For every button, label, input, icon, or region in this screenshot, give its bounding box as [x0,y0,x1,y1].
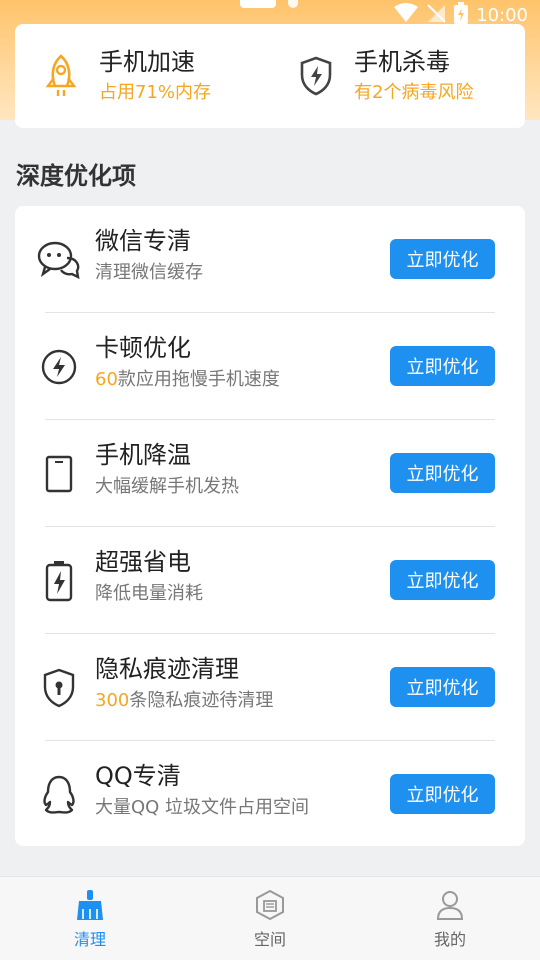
item-title: 超强省电 [95,548,191,576]
optimize-button[interactable]: 立即优化 [390,774,495,814]
storage-icon [253,888,287,922]
nav-item-clean[interactable]: 清理 [0,877,180,960]
item-subtitle: 大量QQ 垃圾文件占用空间 [95,797,310,818]
list-item-lag[interactable]: 卡顿优化 60款应用拖慢手机速度 立即优化 [15,313,525,420]
item-subtitle: 60款应用拖慢手机速度 [95,369,280,390]
nav-label: 我的 [433,929,466,949]
item-subtitle: 大幅缓解手机发热 [95,476,239,497]
nav-item-mine[interactable]: 我的 [360,877,540,960]
quick-title: 手机加速 [99,48,195,76]
optimize-button[interactable]: 立即优化 [390,667,495,707]
battery-icon [37,559,81,603]
notification-dot [288,0,298,8]
item-title: 微信专清 [95,227,191,255]
list-item-battery[interactable]: 超强省电 降低电量消耗 立即优化 [15,527,525,634]
status-time: 10:00 [476,4,528,26]
item-title: 手机降温 [95,441,191,469]
item-subtitle: 清理微信缓存 [95,262,203,283]
quick-actions-card: 手机加速 占用71%内存 手机杀毒 有2个病毒风险 [15,24,525,128]
item-subtitle: 降低电量消耗 [95,583,203,604]
item-title: QQ专清 [95,762,181,790]
wechat-icon [37,238,81,282]
privacy-shield-icon [37,666,81,710]
phone-icon [37,452,81,496]
bottom-nav: 清理 空间 我的 [0,876,540,960]
nav-label: 空间 [253,929,286,949]
broom-icon [73,888,107,922]
optimize-button[interactable]: 立即优化 [390,560,495,600]
quick-item-antivirus[interactable]: 手机杀毒 有2个病毒风险 [270,45,525,107]
quick-item-speedup[interactable]: 手机加速 占用71%内存 [15,45,270,107]
optimize-button[interactable]: 立即优化 [390,239,495,279]
item-subtitle: 300条隐私痕迹待清理 [95,690,274,711]
item-title: 隐私痕迹清理 [95,655,239,683]
optimize-button[interactable]: 立即优化 [390,346,495,386]
qq-icon [37,773,81,817]
lightning-circle-icon [37,345,81,389]
list-item-qq[interactable]: QQ专清 大量QQ 垃圾文件占用空间 立即优化 [15,741,525,848]
optimization-list: 微信专清 清理微信缓存 立即优化 卡顿优化 60款应用拖慢手机速度 立即优化 手… [15,206,525,846]
list-item-privacy[interactable]: 隐私痕迹清理 300条隐私痕迹待清理 立即优化 [15,634,525,741]
rocket-icon [41,54,81,98]
section-title: 深度优化项 [16,162,136,190]
nav-label: 清理 [73,929,106,949]
list-item-wechat[interactable]: 微信专清 清理微信缓存 立即优化 [15,206,525,313]
quick-title: 手机杀毒 [354,48,450,76]
quick-subtitle: 占用71%内存 [99,82,212,103]
nav-item-space[interactable]: 空间 [180,877,360,960]
notification-pill [240,0,276,8]
quick-subtitle: 有2个病毒风险 [354,82,474,103]
list-item-cooling[interactable]: 手机降温 大幅缓解手机发热 立即优化 [15,420,525,527]
item-title: 卡顿优化 [95,334,191,362]
shield-bolt-icon [296,54,336,98]
optimize-button[interactable]: 立即优化 [390,453,495,493]
user-icon [433,888,467,922]
